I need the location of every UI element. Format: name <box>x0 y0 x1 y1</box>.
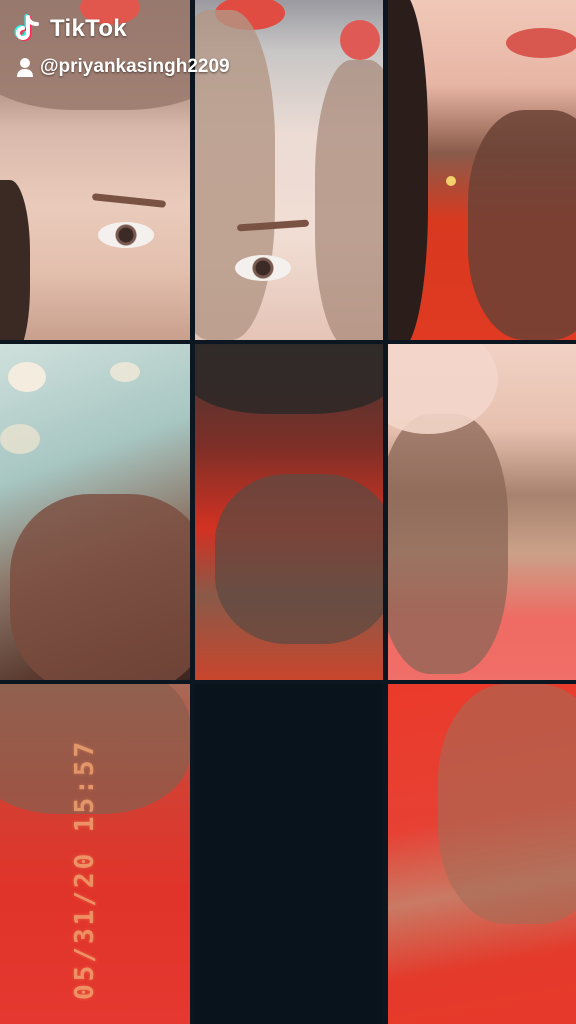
hair-strand <box>0 180 30 340</box>
tiktok-brand-label: TikTok <box>50 15 127 42</box>
puzzle-tile-6[interactable] <box>388 344 576 680</box>
puzzle-empty-slot[interactable] <box>195 684 383 1024</box>
username-label: @priyankasingh2209 <box>40 56 230 77</box>
hair-region <box>315 60 383 340</box>
hair-strand <box>388 0 428 340</box>
date-time-stamp: 05/31/20 15:57 <box>70 738 100 1000</box>
hair-region <box>195 344 383 414</box>
cheek <box>388 344 498 434</box>
hair-region <box>388 414 508 674</box>
floral-pattern <box>8 362 46 392</box>
username-watermark: @priyankasingh2209 <box>16 56 230 78</box>
puzzle-tile-5[interactable] <box>195 344 383 680</box>
puzzle-tile-3[interactable] <box>388 0 576 340</box>
eyebrow <box>91 193 167 208</box>
tiktok-note-icon <box>14 14 39 41</box>
puzzle-tile-2[interactable] <box>195 0 383 340</box>
eye <box>98 222 154 248</box>
floral-pattern <box>0 424 40 454</box>
puzzle-tile-4[interactable] <box>0 344 190 680</box>
puzzle-tile-1[interactable] <box>0 0 190 340</box>
hair-region <box>438 684 576 924</box>
puzzle-tile-9[interactable] <box>388 684 576 1024</box>
hair-region <box>10 494 190 680</box>
floral-pattern <box>110 362 140 382</box>
lips <box>506 28 576 58</box>
hair-region <box>215 474 383 644</box>
flower <box>340 20 380 60</box>
tiktok-watermark: TikTok <box>14 14 127 44</box>
eye <box>235 255 291 281</box>
photo-puzzle-frame: 05/31/20 15:57 TikTok @priyankasingh2209 <box>0 0 576 1024</box>
hair-region <box>468 110 576 340</box>
necklace-bead <box>446 176 456 186</box>
person-icon <box>17 58 33 77</box>
